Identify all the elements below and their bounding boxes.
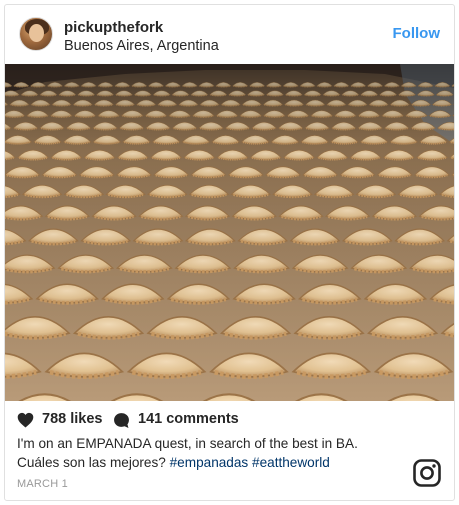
username[interactable]: pickupthefork bbox=[64, 19, 163, 36]
post-caption: I'm on an EMPANADA quest, in search of t… bbox=[17, 434, 437, 472]
post-date[interactable]: MARCH 1 bbox=[17, 478, 68, 490]
caption-line-2: Cuáles son las mejores? #empanadas #eatt… bbox=[17, 453, 437, 472]
hashtag-empanadas[interactable]: #empanadas bbox=[170, 455, 249, 470]
heart-icon[interactable] bbox=[17, 412, 34, 428]
avatar-face bbox=[29, 24, 44, 42]
instagram-embed-card: pickupthefork Buenos Aires, Argentina Fo… bbox=[4, 4, 455, 501]
caption-text: Cuáles son las mejores? bbox=[17, 455, 170, 470]
caption-line-1: I'm on an EMPANADA quest, in search of t… bbox=[17, 436, 358, 451]
post-photo[interactable] bbox=[5, 64, 454, 401]
comments-count[interactable]: 141 comments bbox=[138, 411, 239, 427]
avatar[interactable] bbox=[19, 17, 53, 51]
post-actions: 788 likes 141 comments bbox=[17, 411, 417, 431]
post-header: pickupthefork Buenos Aires, Argentina Fo… bbox=[5, 5, 454, 64]
location[interactable]: Buenos Aires, Argentina bbox=[64, 38, 219, 54]
comment-bubble-icon[interactable] bbox=[113, 412, 130, 429]
empanadas-image bbox=[5, 64, 454, 401]
hashtag-eattheworld[interactable]: #eattheworld bbox=[252, 455, 330, 470]
instagram-logo-icon[interactable] bbox=[413, 459, 441, 487]
follow-button[interactable]: Follow bbox=[393, 25, 441, 42]
likes-count[interactable]: 788 likes bbox=[42, 411, 102, 427]
